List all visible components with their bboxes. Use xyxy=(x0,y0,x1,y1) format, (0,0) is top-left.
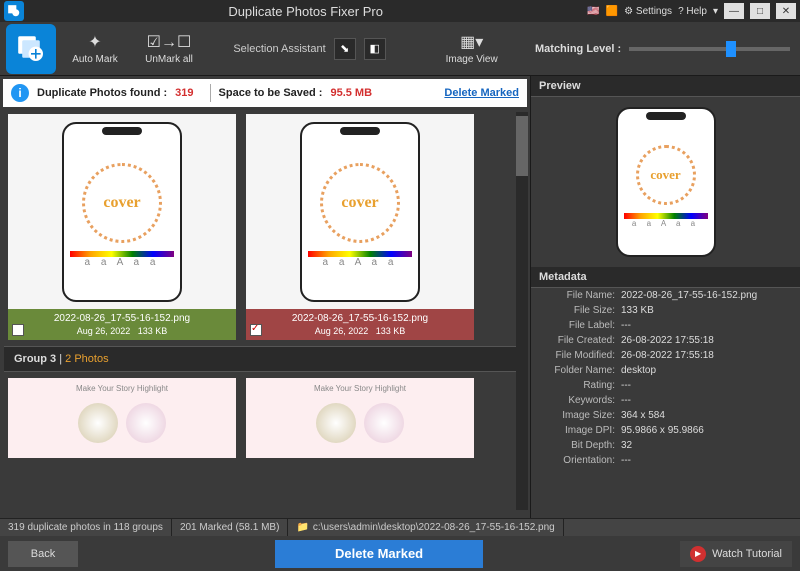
back-button[interactable]: Back xyxy=(8,541,78,567)
metadata-header: Metadata xyxy=(531,267,800,288)
thumbnail-image: covera a A a a xyxy=(246,114,474,309)
unmark-all-button[interactable]: ☑→☐ UnMark all xyxy=(134,25,204,73)
thumbnail-caption: 2022-08-26_17-55-16-152.png Aug 26, 2022… xyxy=(8,309,236,340)
selection-assistant-btn2[interactable]: ◧ xyxy=(364,38,386,60)
arrow-icon: ⬊ xyxy=(340,42,349,55)
thumbnail[interactable]: covera a A a a 2022-08-26_17-55-16-152.p… xyxy=(246,114,474,340)
folder-icon: 📁 xyxy=(296,522,308,533)
help-dropdown-icon[interactable]: ▾ xyxy=(713,6,718,17)
language-flag-us[interactable]: 🇺🇸 xyxy=(587,6,599,17)
preview-header: Preview xyxy=(531,76,800,97)
play-icon: ▶ xyxy=(690,546,706,562)
wand-icon: ✦ xyxy=(88,32,101,52)
grid-icon: ▦▾ xyxy=(460,32,483,52)
thumbnail[interactable]: Make Your Story Highlight xyxy=(8,378,236,458)
thumbnail-checkbox[interactable] xyxy=(12,324,24,336)
group-header[interactable]: Group 3 | 2 Photos xyxy=(4,346,526,372)
slider-thumb[interactable] xyxy=(726,41,736,57)
watch-tutorial-button[interactable]: ▶ Watch Tutorial xyxy=(680,541,792,567)
results-scrollbar[interactable] xyxy=(516,112,528,510)
found-label: Duplicate Photos found : xyxy=(37,87,167,99)
unmark-icon: ☑→☐ xyxy=(147,32,192,52)
info-bar: i Duplicate Photos found : 319 Space to … xyxy=(3,79,527,107)
info-icon: i xyxy=(11,84,29,102)
minimize-button[interactable]: — xyxy=(724,3,744,19)
app-logo xyxy=(6,24,56,74)
auto-mark-button[interactable]: ✦ Auto Mark xyxy=(60,25,130,73)
selection-assistant-btn1[interactable]: ⬊ xyxy=(334,38,356,60)
language-flag-alt[interactable]: 🟧 xyxy=(606,6,618,17)
metadata-table: File Name:2022-08-26_17-55-16-152.png Fi… xyxy=(531,288,800,468)
space-value: 95.5 MB xyxy=(330,87,372,99)
status-bar: 319 duplicate photos in 118 groups 201 M… xyxy=(0,518,800,536)
maximize-button[interactable]: □ xyxy=(750,3,770,19)
toolbar: ✦ Auto Mark ☑→☐ UnMark all Selection Ass… xyxy=(0,22,800,76)
status-path: 📁c:\users\admin\desktop\2022-08-26_17-55… xyxy=(288,519,563,536)
delete-marked-link[interactable]: Delete Marked xyxy=(444,87,519,99)
preview-panel: Preview covera a A a a Metadata File Nam… xyxy=(530,76,800,518)
status-duplicates: 319 duplicate photos in 118 groups xyxy=(0,519,172,536)
settings-link[interactable]: ⚙ Settings xyxy=(624,6,672,17)
status-marked: 201 Marked (58.1 MB) xyxy=(172,519,289,536)
thumbnail-filename: 2022-08-26_17-55-16-152.png xyxy=(14,313,230,324)
titlebar: Duplicate Photos Fixer Pro 🇺🇸 🟧 ⚙ Settin… xyxy=(0,0,800,22)
app-logo-small xyxy=(4,1,24,21)
close-button[interactable]: ✕ xyxy=(776,3,796,19)
preview-image: covera a A a a xyxy=(531,97,800,267)
eraser-icon: ◧ xyxy=(369,42,379,55)
image-view-button[interactable]: ▦▾ Image View xyxy=(442,25,502,73)
thumbnail[interactable]: Make Your Story Highlight xyxy=(246,378,474,458)
matching-level-label: Matching Level : xyxy=(535,43,621,55)
thumbnail-checkbox[interactable] xyxy=(250,324,262,336)
thumbnail[interactable]: covera a A a a 2022-08-26_17-55-16-152.p… xyxy=(8,114,236,340)
window-title: Duplicate Photos Fixer Pro xyxy=(24,4,587,19)
found-count: 319 xyxy=(175,87,193,99)
delete-marked-button[interactable]: Delete Marked xyxy=(275,540,483,568)
matching-level-slider[interactable] xyxy=(629,47,790,51)
help-link[interactable]: ? Help xyxy=(678,6,707,17)
thumbnail-image: covera a A a a xyxy=(8,114,236,309)
thumbnail-filename: 2022-08-26_17-55-16-152.png xyxy=(252,313,468,324)
results-panel: i Duplicate Photos found : 319 Space to … xyxy=(0,76,530,518)
selection-assistant-label: Selection Assistant xyxy=(233,43,325,55)
footer: Back Delete Marked ▶ Watch Tutorial xyxy=(0,536,800,571)
space-label: Space to be Saved : xyxy=(219,87,323,99)
thumbnail-caption: 2022-08-26_17-55-16-152.png Aug 26, 2022… xyxy=(246,309,474,340)
